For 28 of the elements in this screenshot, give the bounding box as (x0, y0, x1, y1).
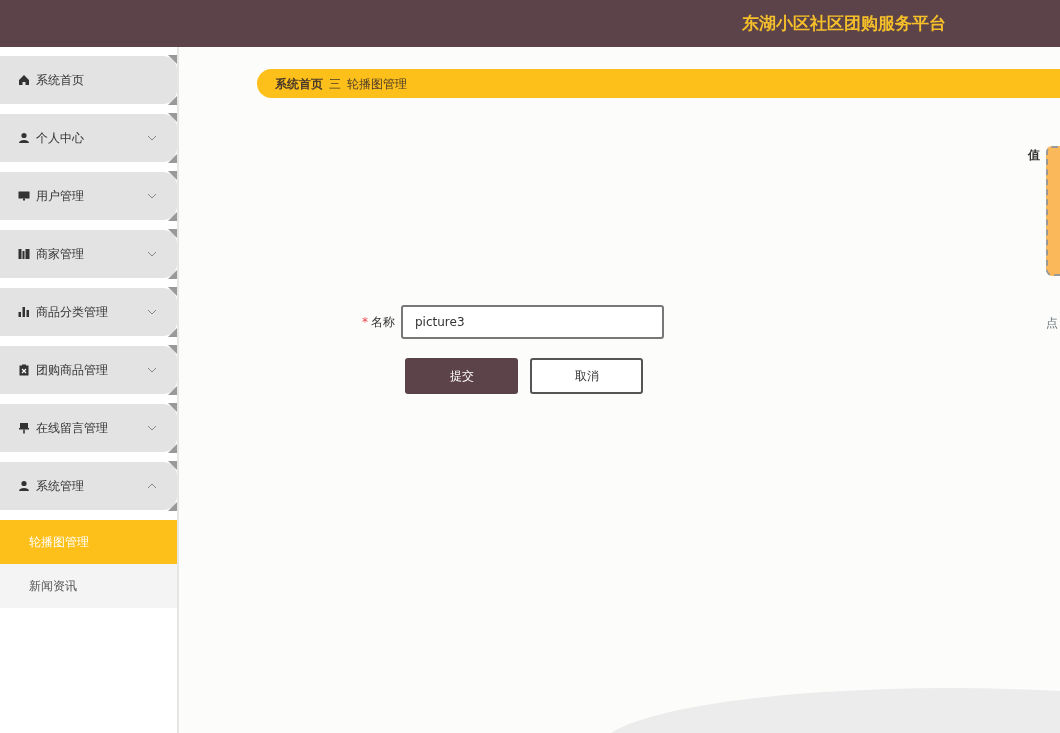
name-input-field[interactable]: picture3 (401, 305, 664, 339)
menu-item[interactable]: 在线留言管理 (0, 404, 177, 452)
menu-item[interactable]: 商家管理 (0, 230, 177, 278)
menu-item[interactable]: 个人中心 (0, 114, 177, 162)
required-mark: * (362, 314, 368, 331)
user-icon (18, 132, 30, 144)
submenu-item[interactable]: 新闻资讯 (0, 564, 177, 608)
monitor-icon (18, 190, 30, 202)
books-icon (18, 248, 30, 260)
menu-item[interactable]: 商品分类管理 (0, 288, 177, 336)
upload-hint: 点 (1046, 315, 1059, 332)
breadcrumb-link[interactable]: 轮播图管理 (347, 74, 407, 93)
cancel-button[interactable]: 取消 (530, 358, 643, 394)
menu-item[interactable]: 用户管理 (0, 172, 177, 220)
bar-chart-icon (18, 306, 30, 318)
clipboard-icon (18, 364, 30, 376)
pushpin-icon (18, 422, 30, 434)
menu-item[interactable]: 系统首页 (0, 56, 177, 104)
field-label: 名称 (371, 314, 395, 331)
breadcrumb-separator: 三 (329, 75, 341, 93)
home-icon (18, 74, 30, 86)
menu-item[interactable]: 系统管理 (0, 462, 177, 510)
breadcrumb-link[interactable]: 系统首页 (275, 74, 323, 93)
user-icon (18, 480, 30, 492)
submit-button[interactable]: 提交 (405, 358, 518, 394)
menu-item[interactable]: 团购商品管理 (0, 346, 177, 394)
field-label: 值 (1028, 147, 1040, 164)
platform-title: 东湖小区社区团购服务平台 (742, 11, 946, 35)
